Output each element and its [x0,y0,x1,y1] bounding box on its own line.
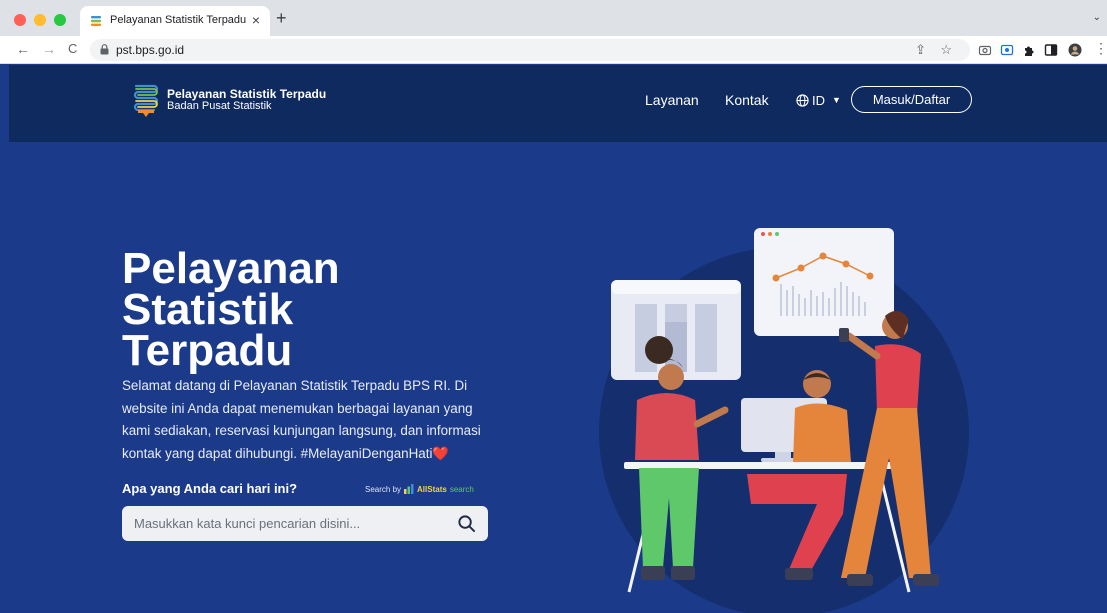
pst-logo-icon[interactable] [133,82,159,118]
nav-layanan-link[interactable]: Layanan [645,92,699,108]
logo-title[interactable]: Pelayanan Statistik Terpadu [167,87,326,101]
back-arrow-icon[interactable]: ← [16,40,30,58]
search-by-label: Search by [365,484,402,494]
camera-extension-icon[interactable] [978,43,992,57]
share-icon[interactable]: ⇪ [915,42,926,58]
search-question: Apa yang Anda cari hari ini? [122,481,298,496]
new-tab-button[interactable]: + [276,9,287,27]
search-input[interactable] [134,506,444,541]
hero-description: Selamat datang di Pelayanan Statistik Te… [122,378,481,461]
browser-toolbar: ← → C pst.bps.go.id ⇪ ☆ ⋮ [0,36,1107,64]
allstats-logo-icon [404,484,414,494]
forward-arrow-icon[interactable]: → [42,40,56,58]
allstats-search-label: search [449,484,474,494]
browser-menu-icon[interactable]: ⋮ [1094,40,1107,56]
search-box [122,506,488,541]
hero-title: Pelayanan Statistik Terpadu [122,244,340,375]
logo-subtitle: Badan Pusat Statistik [167,100,272,112]
globe-icon [796,93,809,107]
bookmark-star-icon[interactable]: ☆ [940,42,952,58]
minimize-window-button[interactable] [34,14,46,26]
caret-down-icon: ▼ [832,95,841,105]
lock-icon [100,44,109,55]
url-text: pst.bps.go.id [116,43,185,57]
hero-section: Pelayanan Statistik Terpadu Selamat data… [9,142,1107,613]
login-register-button[interactable]: Masuk/Daftar [851,86,972,113]
hero-illustration [599,228,969,613]
search-by-allstats: Search by AllStats search [365,484,474,494]
address-bar[interactable]: pst.bps.go.id ⇪ ☆ [90,39,970,61]
reload-icon[interactable]: C [68,40,77,58]
line-chart-card [754,228,894,336]
close-window-button[interactable] [14,14,26,26]
extensions-puzzle-icon[interactable] [1022,43,1036,57]
browser-tab[interactable]: Pelayanan Statistik Terpadu × [80,6,270,36]
allstats-name: AllStats [417,484,447,494]
tab-close-icon[interactable]: × [252,12,260,28]
side-panel-icon[interactable] [1044,43,1058,57]
bps-favicon-icon [91,16,101,26]
nav-kontak-link[interactable]: Kontak [725,92,769,108]
language-selector[interactable]: ID ▼ [796,91,841,109]
search-icon[interactable] [457,514,476,533]
tab-search-chevron-icon[interactable]: ⌄ [1093,12,1101,23]
language-label: ID [812,92,825,108]
maximize-window-button[interactable] [54,14,66,26]
browser-titlebar: Pelayanan Statistik Terpadu × + ⌄ [0,0,1107,36]
tab-title: Pelayanan Statistik Terpadu [110,14,247,26]
profile-avatar-icon[interactable] [1068,43,1082,57]
site-header: Pelayanan Statistik Terpadu Badan Pusat … [9,65,1107,142]
screen-record-extension-icon[interactable] [1000,43,1014,57]
